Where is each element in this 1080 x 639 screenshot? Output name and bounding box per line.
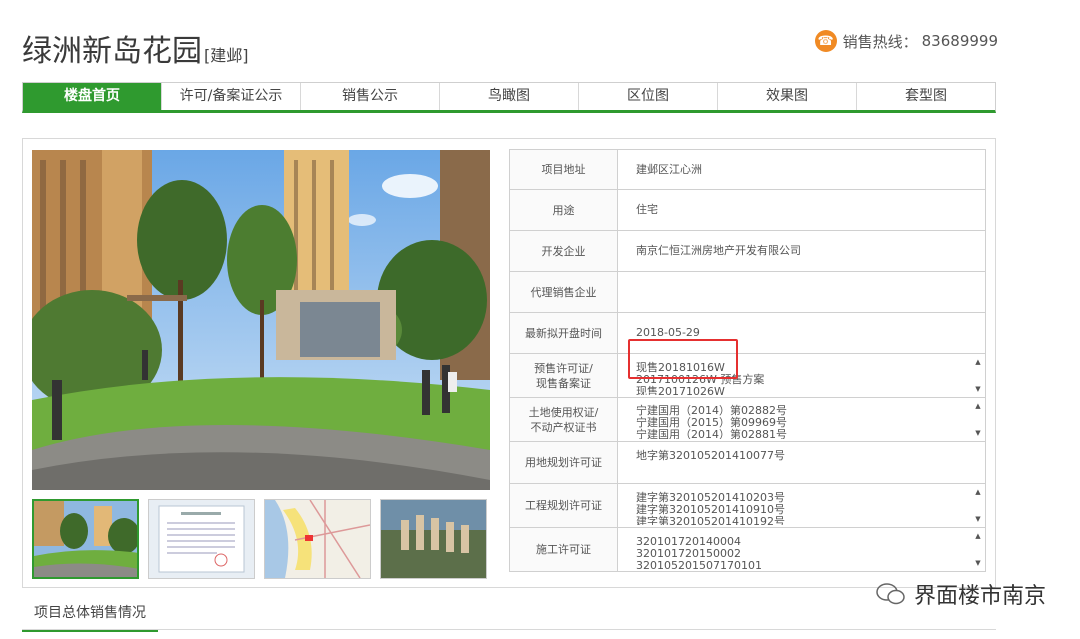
info-value-sales-agent: [617, 271, 986, 313]
info-label-presale-permit: 预售许可证/ 现售备案证: [509, 353, 618, 398]
cert-line: 宁建国用（2014）第02882号: [636, 403, 787, 417]
district-tag: [建邺]: [204, 46, 249, 65]
red-highlight-box: [628, 339, 738, 379]
hotline-number: 83689999: [921, 32, 998, 50]
scrollbar[interactable]: ▲ ▼: [973, 486, 983, 525]
project-name: 绿洲新岛花园: [22, 34, 202, 69]
info-value-land-use-cert: 宁建国用（2014）第02882号 宁建国用（2015）第09969号 宁建国用…: [617, 397, 986, 442]
cert-line: 320101720150002: [636, 546, 741, 560]
sales-overview-tab[interactable]: 项目总体销售情况: [22, 598, 158, 632]
info-value-developer: 南京仁恒江洲房地产开发有限公司: [617, 230, 986, 272]
scroll-up-icon[interactable]: ▲: [973, 356, 983, 368]
permit-line[interactable]: 现售20171026W: [636, 385, 967, 395]
scrollbar[interactable]: ▲ ▼: [973, 530, 983, 569]
info-value-construction-permit: 320101720140004 320101720150002 32010520…: [617, 527, 986, 572]
scroll-up-icon[interactable]: ▲: [973, 530, 983, 542]
scroll-down-icon[interactable]: ▼: [973, 557, 983, 569]
info-label-construction-permit: 施工许可证: [509, 527, 618, 572]
scroll-up-icon[interactable]: ▲: [973, 400, 983, 412]
tab-floor-plans[interactable]: 套型图: [857, 83, 995, 110]
tab-location-map[interactable]: 区位图: [579, 83, 718, 110]
info-label-land-use-cert: 土地使用权证/ 不动产权证书: [509, 397, 618, 442]
label-line: 现售备案证: [536, 376, 591, 390]
info-label-usage: 用途: [509, 189, 618, 231]
cert-line: 宁建国用（2014）第02881号: [636, 427, 787, 439]
thumbnail-permit-document[interactable]: [148, 499, 255, 579]
phone-icon: ☎: [814, 30, 837, 52]
label-line: 土地使用权证/: [528, 405, 599, 419]
cert-line: 320101720140004: [636, 534, 741, 548]
thumbnail-location-map[interactable]: [264, 499, 371, 579]
info-label-sales-agent: 代理销售企业: [509, 271, 618, 313]
scrollbar[interactable]: ▲ ▼: [973, 400, 983, 439]
hotline: ☎ 销售热线： 83689999: [814, 30, 998, 52]
tab-aerial-view[interactable]: 鸟瞰图: [440, 83, 579, 110]
cert-line: 宁建国用（2015）第09969号: [636, 415, 787, 429]
tab-sales-notice[interactable]: 销售公示: [301, 83, 440, 110]
project-info-table: 项目地址 建邺区江心洲 用途 住宅 开发企业 南京仁恒江洲房地产开发有限公司 代…: [509, 149, 986, 572]
watermark: 界面楼市南京: [876, 578, 1046, 610]
watermark-text: 界面楼市南京: [913, 584, 1046, 609]
wechat-icon: [876, 583, 905, 605]
cert-line: 320105201507170101: [636, 558, 762, 569]
sales-overview-section: 项目总体销售情况: [22, 598, 996, 632]
thumbnail-aerial-view[interactable]: [380, 499, 487, 579]
cert-line: 建字第320105201410203号: [636, 490, 785, 504]
page-title: 绿洲新岛花园 [建邺]: [22, 26, 249, 70]
scroll-down-icon[interactable]: ▼: [973, 383, 983, 395]
info-label-land-planning-permit: 用地规划许可证: [509, 441, 618, 484]
scroll-down-icon[interactable]: ▼: [973, 427, 983, 439]
info-label-developer: 开发企业: [509, 230, 618, 272]
info-label-opening-date: 最新拟开盘时间: [509, 312, 618, 354]
label-line: 预售许可证/: [534, 361, 593, 375]
info-value-usage: 住宅: [617, 189, 986, 231]
tab-home[interactable]: 楼盘首页: [23, 83, 162, 110]
info-value-land-planning-permit: 地字第320105201410077号: [617, 441, 986, 484]
scroll-up-icon[interactable]: ▲: [973, 486, 983, 498]
thumbnail-strip: [32, 499, 487, 579]
info-value-address: 建邺区江心洲: [617, 149, 986, 190]
scroll-down-icon[interactable]: ▼: [973, 513, 983, 525]
tab-bar: 楼盘首页 许可/备案证公示 销售公示 鸟瞰图 区位图 效果图 套型图: [22, 82, 996, 113]
thumbnail-rendering[interactable]: [32, 499, 139, 579]
info-label-address: 项目地址: [509, 149, 618, 190]
cert-line: 建字第320105201410910号: [636, 502, 785, 516]
label-line: 不动产权证书: [530, 420, 597, 434]
tab-permits[interactable]: 许可/备案证公示: [162, 83, 301, 110]
cert-line: 建字第320105201410192号: [636, 514, 785, 525]
info-label-construction-planning-permit: 工程规划许可证: [509, 483, 618, 528]
scrollbar[interactable]: ▲ ▼: [973, 356, 983, 395]
main-rendering-image[interactable]: [32, 150, 490, 490]
info-value-construction-planning-permit: 建字第320105201410203号 建字第320105201410910号 …: [617, 483, 986, 528]
tab-renderings[interactable]: 效果图: [718, 83, 857, 110]
hotline-label: 销售热线：: [842, 32, 918, 51]
